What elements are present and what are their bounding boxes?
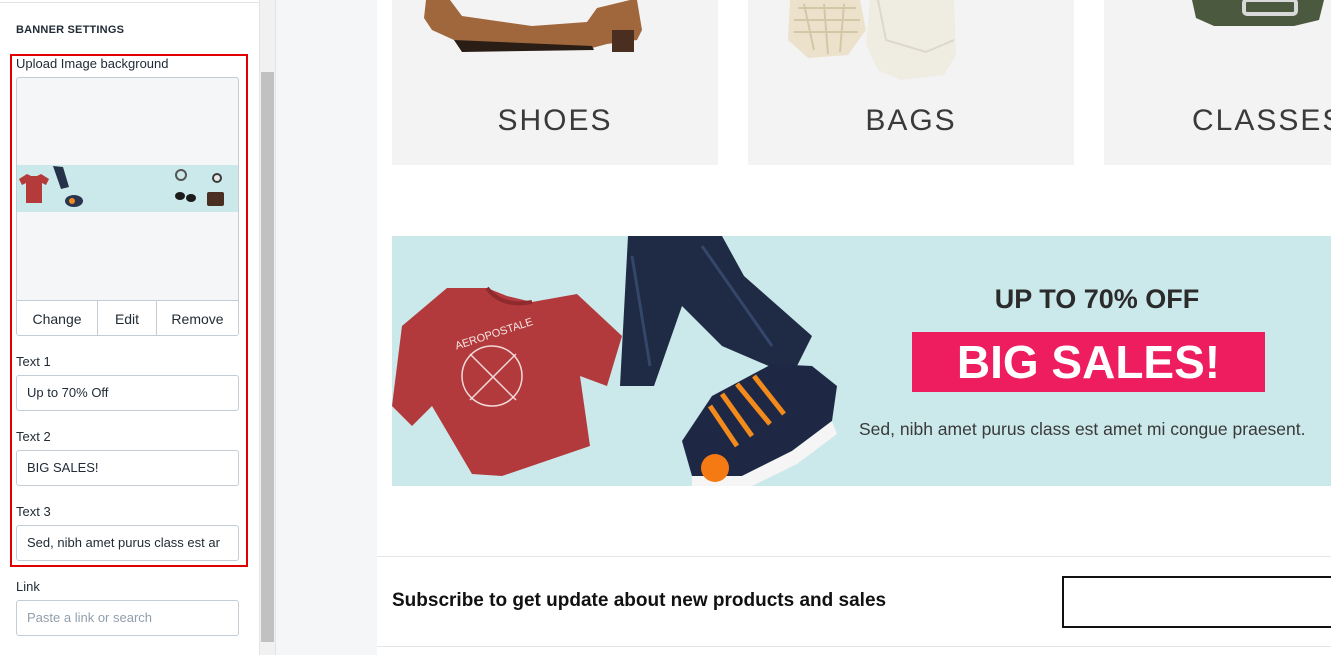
- banner-thumbnail: [17, 165, 238, 212]
- settings-panel: BANNER SETTINGS Upload Image background: [0, 0, 260, 655]
- change-image-button[interactable]: Change: [17, 301, 98, 335]
- subscribe-text: Subscribe to get update about new produc…: [392, 590, 887, 611]
- section-divider-bottom: [377, 646, 1331, 647]
- text1-label: Text 1: [16, 354, 51, 369]
- panel-scrollbar-thumb[interactable]: [261, 72, 274, 642]
- section-divider-top: [377, 556, 1331, 557]
- storefront-preview: SHOES BAGS CLASSES AEROPOSTALE UP TO 70%…: [377, 0, 1331, 655]
- banner-text1: UP TO 70% OFF: [994, 284, 1200, 314]
- text3-label: Text 3: [16, 504, 51, 519]
- banner-text3: Sed, nibh amet purus class est amet mi c…: [859, 419, 1306, 439]
- category-card-bags[interactable]: BAGS: [748, 0, 1074, 165]
- category-card-shoes[interactable]: SHOES: [392, 0, 718, 165]
- category-card-classes[interactable]: CLASSES: [1104, 0, 1331, 165]
- text1-input[interactable]: Up to 70% Off: [16, 375, 239, 411]
- sale-banner[interactable]: AEROPOSTALE UP TO 70% OFF BIG SALES! Sed…: [392, 236, 1331, 486]
- upload-actions: Change Edit Remove: [17, 300, 238, 335]
- link-label: Link: [16, 579, 40, 594]
- text3-input[interactable]: Sed, nibh amet purus class est ar: [16, 525, 239, 561]
- category-label-classes: CLASSES: [1192, 104, 1331, 137]
- image-upload-box[interactable]: Change Edit Remove: [16, 77, 239, 336]
- category-label-bags: BAGS: [865, 104, 957, 137]
- bag-image: [788, 0, 956, 80]
- banner-image: AEROPOSTALE: [392, 236, 837, 486]
- banner-text2: BIG SALES!: [912, 332, 1265, 392]
- text2-label: Text 2: [16, 429, 51, 444]
- category-label-shoes: SHOES: [497, 104, 613, 137]
- panel-top-divider: [0, 0, 260, 3]
- belt-image: [1192, 0, 1324, 26]
- edit-image-button[interactable]: Edit: [98, 301, 157, 335]
- text2-input[interactable]: BIG SALES!: [16, 450, 239, 486]
- link-input[interactable]: Paste a link or search: [16, 600, 239, 636]
- remove-image-button[interactable]: Remove: [157, 301, 238, 335]
- upload-label: Upload Image background: [16, 56, 169, 71]
- shoe-image: [424, 0, 642, 52]
- panel-heading: BANNER SETTINGS: [16, 24, 125, 36]
- subscribe-email-input[interactable]: [1062, 576, 1331, 628]
